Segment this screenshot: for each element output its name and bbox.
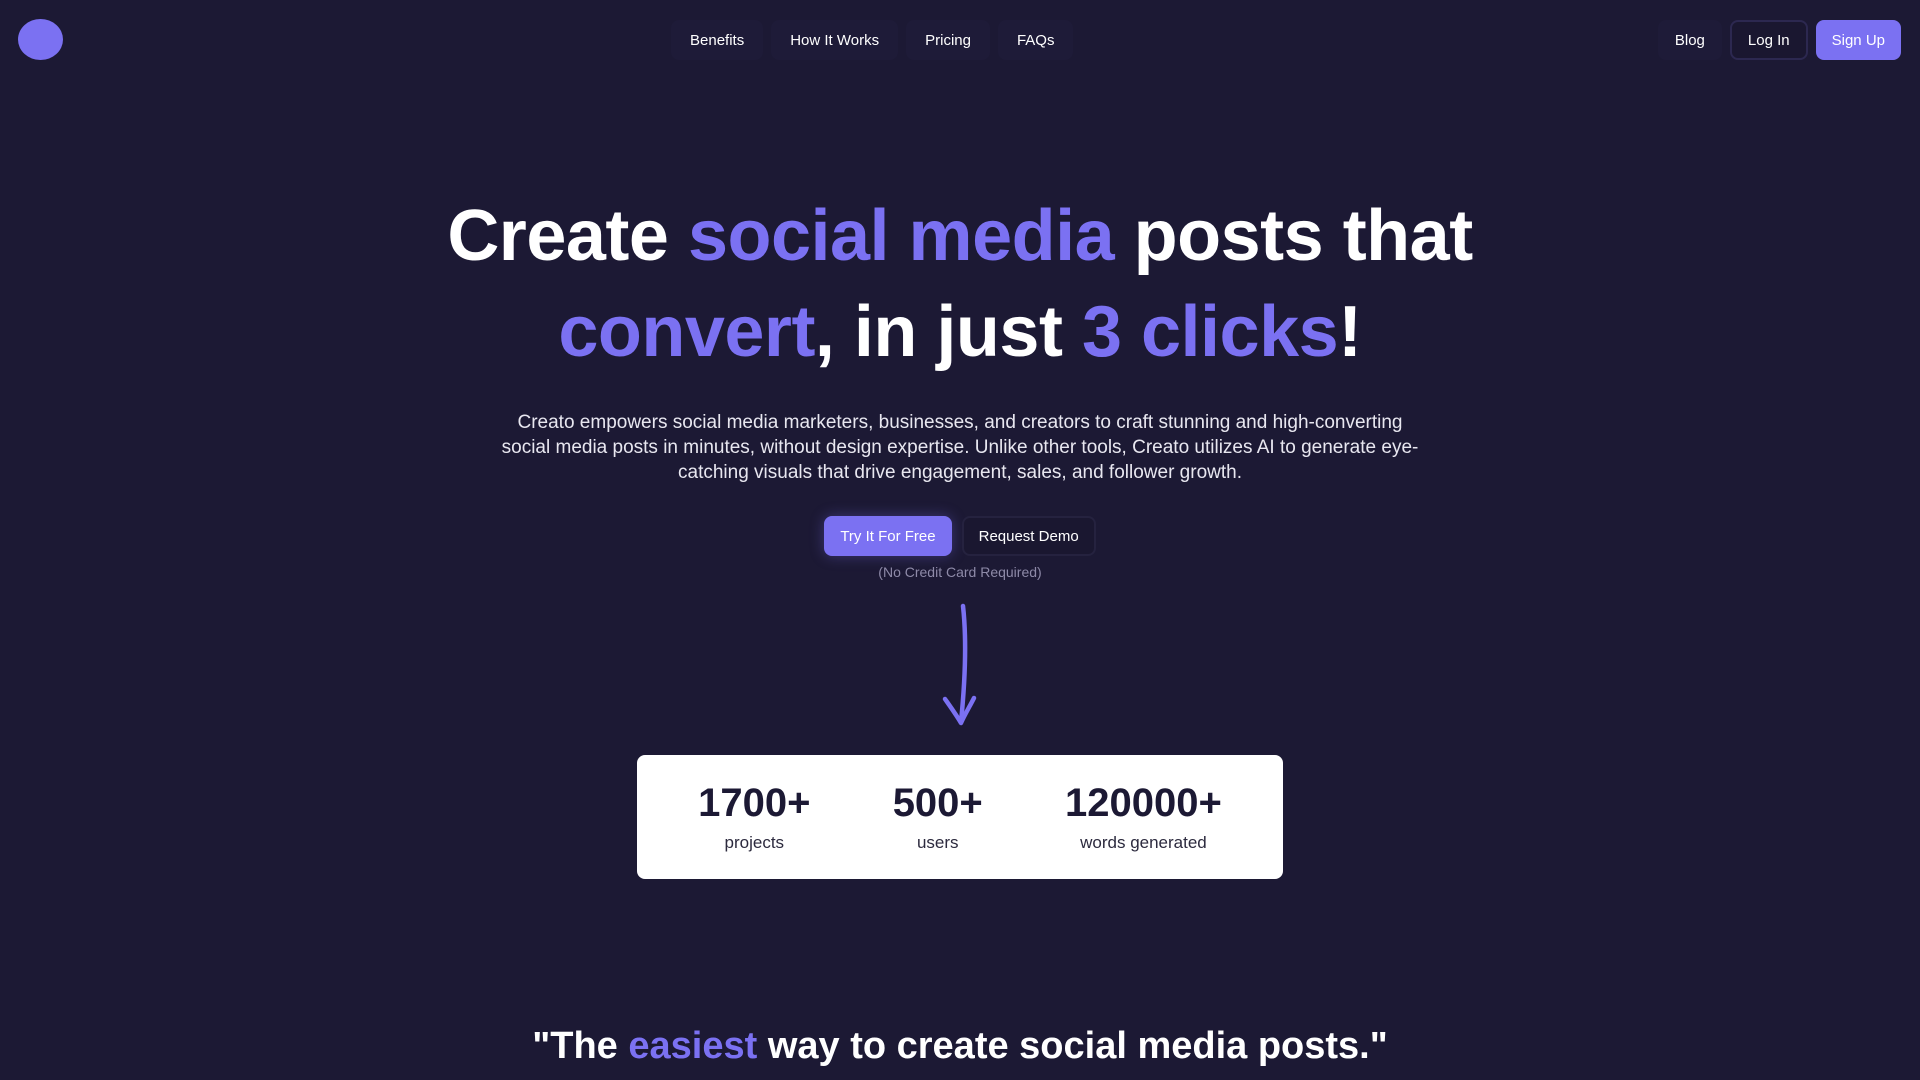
stat-value: 1700+ (698, 781, 811, 825)
signup-button[interactable]: Sign Up (1815, 20, 1901, 60)
hero-title-part: ! (1338, 292, 1362, 372)
blog-link[interactable]: Blog (1657, 20, 1722, 60)
quote-accent: easiest (628, 1025, 758, 1067)
stat-value: 500+ (892, 781, 983, 825)
cta-row: Try It For Free Request Demo (0, 516, 1920, 556)
stat-value: 120000+ (1065, 781, 1222, 825)
stat-words-generated: 120000+ words generated (1065, 781, 1222, 853)
try-free-button[interactable]: Try It For Free (824, 516, 952, 556)
stat-users: 500+ users (893, 781, 983, 853)
hero-title: Create social media posts that convert, … (0, 188, 1920, 380)
landing-page: Benefits How It Works Pricing FAQs Blog … (0, 0, 1920, 1080)
hero-title-accent: 3 clicks (1081, 292, 1339, 372)
stat-label: words generated (1080, 833, 1207, 852)
stat-label: users (916, 833, 959, 852)
no-credit-card-note: (No Credit Card Required) (878, 564, 1042, 580)
stat-label: projects (724, 833, 785, 852)
hero-title-part: Create (447, 196, 688, 276)
hero-title-part: posts that (1114, 196, 1474, 276)
stat-projects: 1700+ projects (698, 781, 810, 853)
stats-card: 1700+ projects 500+ users 120000+ words … (637, 755, 1283, 879)
hero-title-accent: social media (687, 196, 1115, 276)
hero-title-accent: convert (558, 292, 815, 372)
login-button[interactable]: Log In (1729, 20, 1808, 60)
testimonial-quote: "The easiest way to create social media … (0, 1025, 1920, 1068)
nav-link-faqs[interactable]: FAQs (997, 20, 1074, 60)
quote-part: "The (532, 1025, 629, 1067)
quote-part: way to create social media posts." (757, 1025, 1388, 1067)
hero-title-part: , in just (814, 292, 1082, 372)
request-demo-button[interactable]: Request Demo (961, 516, 1096, 556)
logo[interactable] (18, 19, 63, 60)
arrow-down-icon (942, 603, 977, 726)
nav-link-pricing[interactable]: Pricing (906, 20, 990, 60)
hero-subtitle: Creato empowers social media marketers, … (501, 412, 1419, 483)
nav-link-benefits[interactable]: Benefits (671, 20, 764, 60)
nav-actions: Blog Log In Sign Up (1657, 20, 1901, 60)
main-nav: Benefits How It Works Pricing FAQs (671, 20, 1074, 60)
nav-link-how-it-works[interactable]: How It Works (771, 20, 899, 60)
